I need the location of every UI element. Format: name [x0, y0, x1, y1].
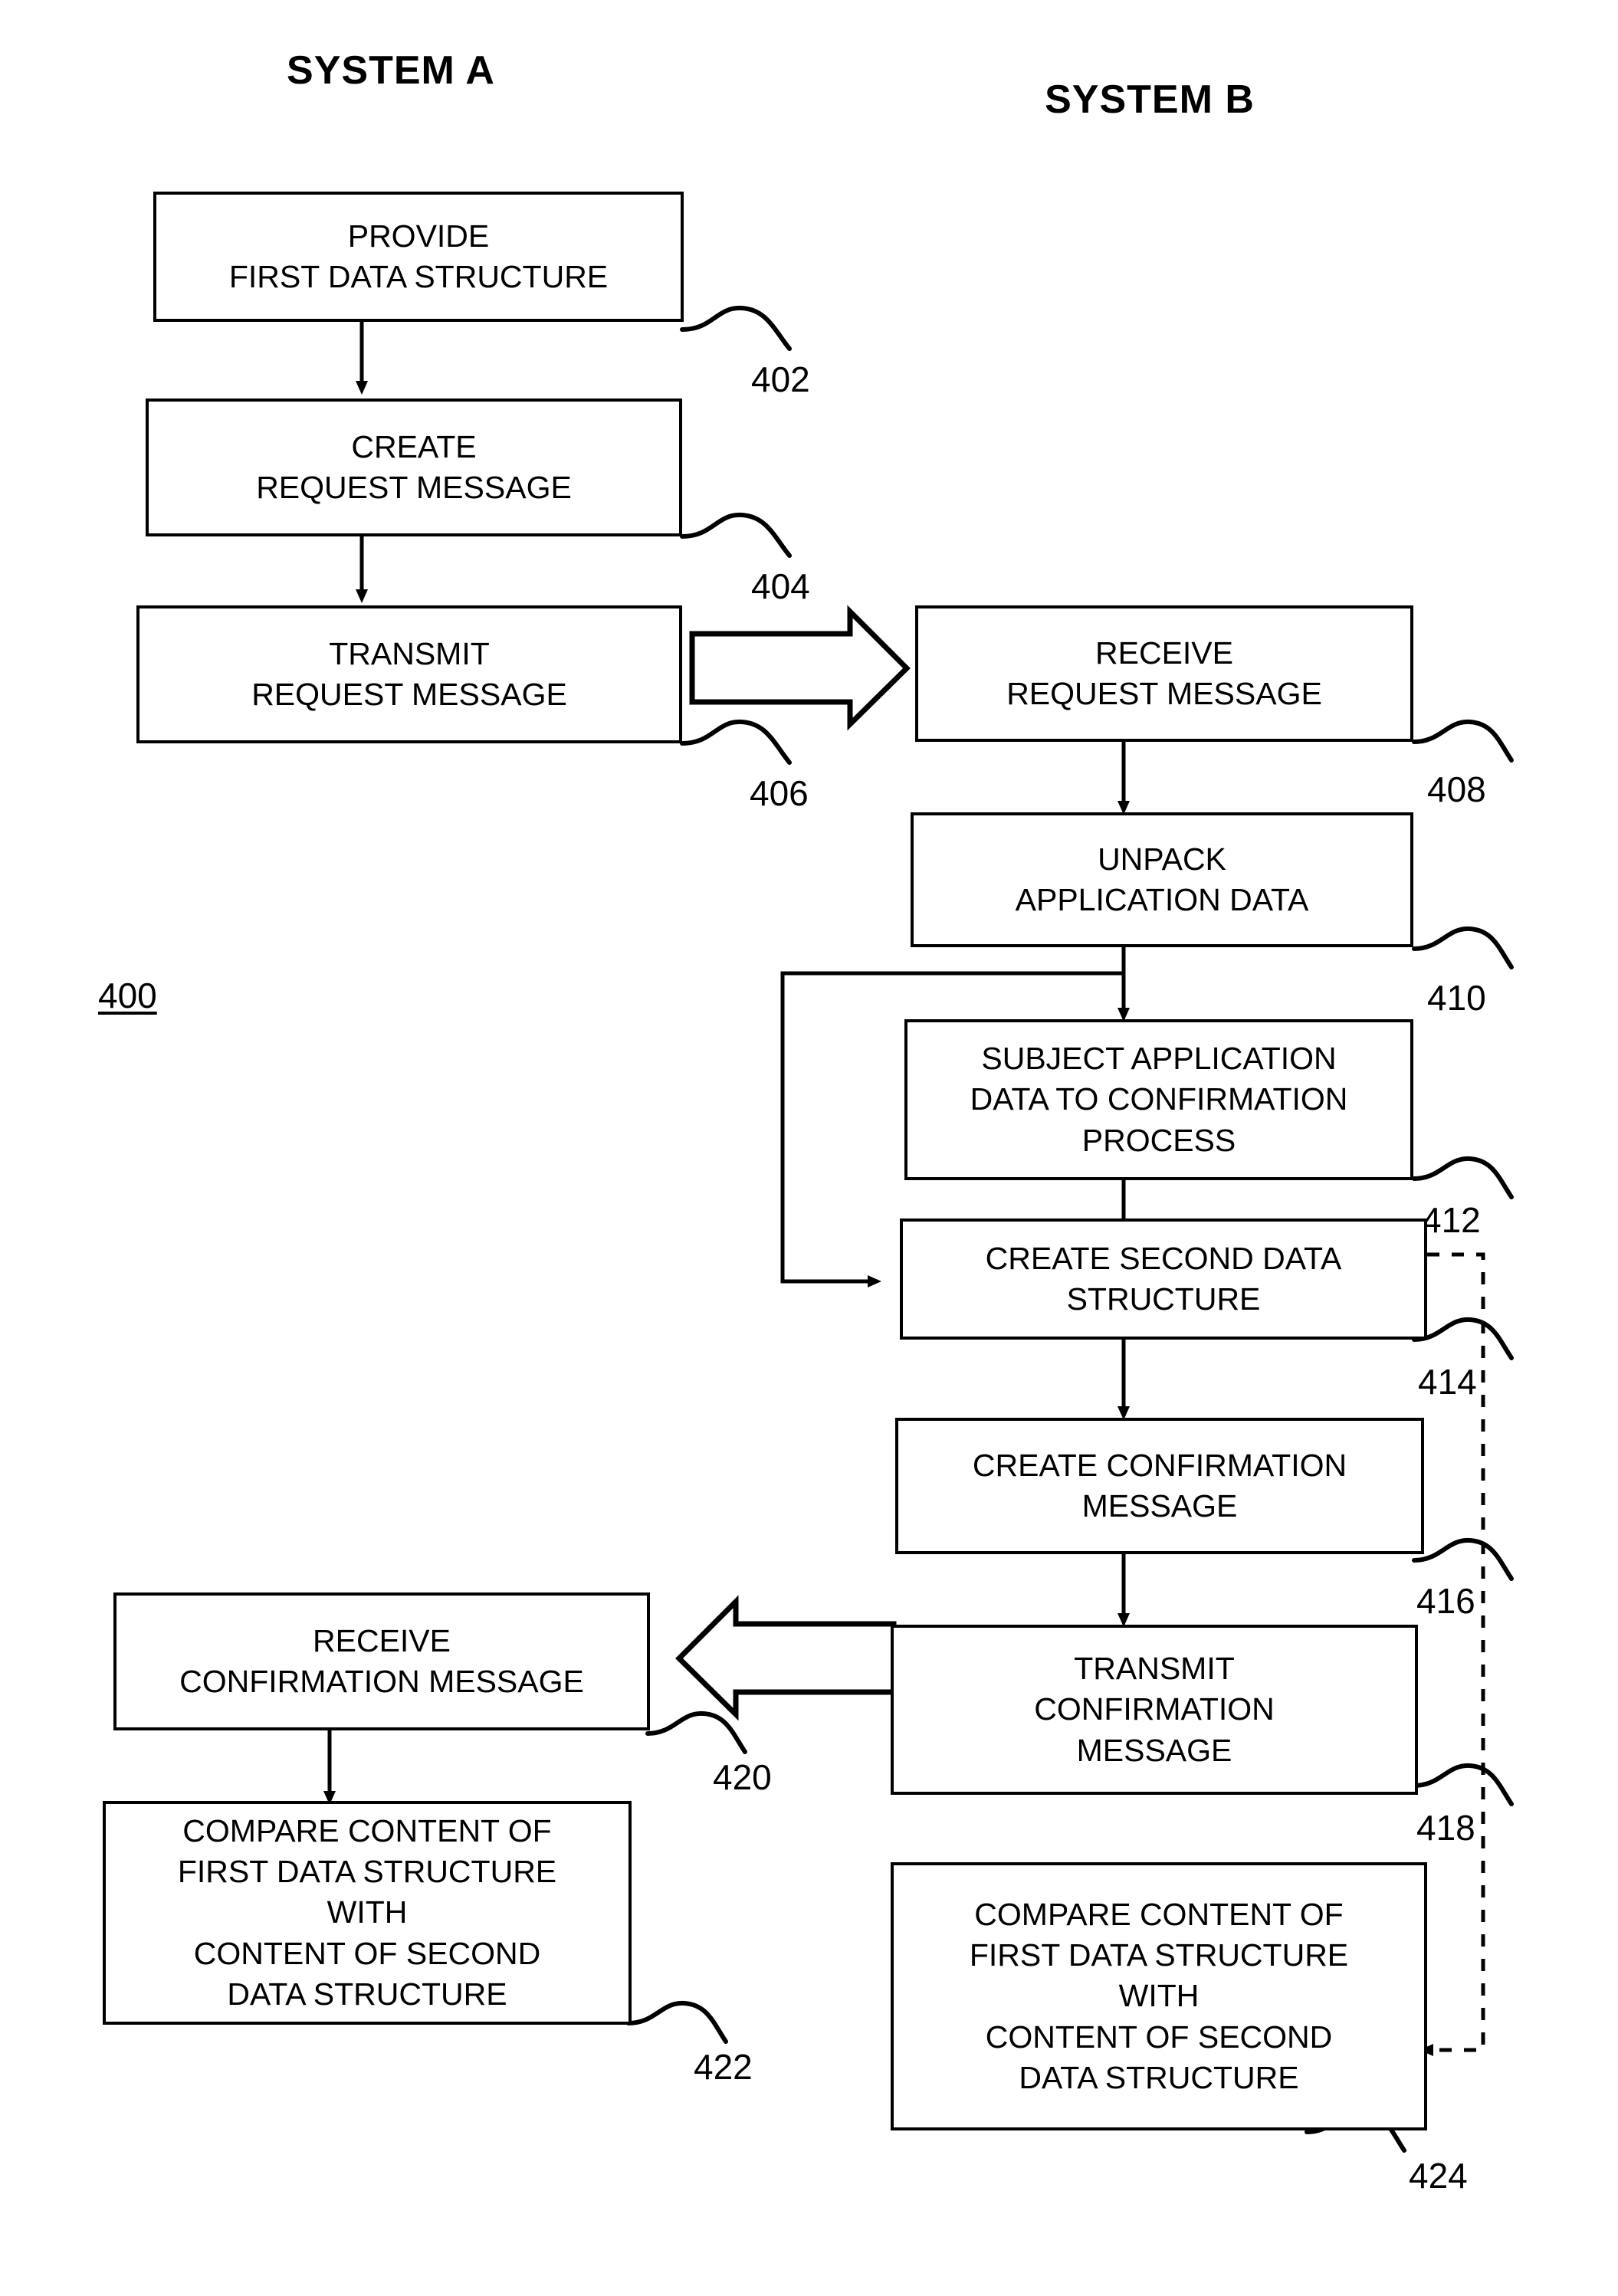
process-box-compare-content-system-b[interactable]: COMPARE CONTENT OF FIRST DATA STRUCTURE …	[891, 1862, 1427, 2130]
process-box-transmit-confirmation-message[interactable]: TRANSMIT CONFIRMATION MESSAGE	[891, 1625, 1418, 1795]
process-box-subject-application-data-to-confirmation-process[interactable]: SUBJECT APPLICATION DATA TO CONFIRMATION…	[904, 1019, 1413, 1180]
box-text-line: UNPACK	[1098, 841, 1226, 877]
box-text-line: SUBJECT APPLICATION	[981, 1041, 1337, 1077]
box-text-line: TRANSMIT	[329, 635, 490, 671]
reference-numeral-410: 410	[1427, 978, 1486, 1018]
box-text-line: PROVIDE	[347, 218, 490, 254]
reference-numeral-406: 406	[750, 773, 809, 813]
box-text-line: WITH	[327, 1894, 408, 1930]
box-text-line: MESSAGE	[1076, 1732, 1232, 1768]
box-text-line: MESSAGE	[1081, 1488, 1238, 1524]
box-text-line: CREATE SECOND DATA	[985, 1240, 1342, 1276]
leader-line-414	[1412, 1317, 1514, 1360]
reference-numeral-416: 416	[1416, 1581, 1475, 1621]
reference-numeral-404: 404	[751, 566, 810, 606]
box-text-line: WITH	[1118, 1978, 1200, 2014]
leader-line-404	[680, 512, 792, 558]
box-text-line: DATA STRUCTURE	[1019, 2059, 1299, 2095]
box-text-line: TRANSMIT	[1074, 1651, 1235, 1687]
process-box-receive-confirmation-message[interactable]: RECEIVE CONFIRMATION MESSAGE	[113, 1592, 650, 1730]
column-header-system-b: SYSTEM B	[1045, 77, 1255, 122]
box-text-line: RECEIVE	[313, 1622, 451, 1658]
box-text-line: CONFIRMATION MESSAGE	[179, 1664, 584, 1699]
leader-line-412	[1412, 1156, 1514, 1199]
box-text-line: REQUEST MESSAGE	[251, 677, 567, 712]
leader-line-406	[680, 719, 792, 765]
process-box-create-confirmation-message[interactable]: CREATE CONFIRMATION MESSAGE	[895, 1418, 1424, 1554]
reference-numeral-424: 424	[1409, 2156, 1468, 2196]
box-text-line: REQUEST MESSAGE	[1006, 676, 1322, 711]
box-text-line: FIRST DATA STRUCTURE	[228, 259, 609, 294]
column-header-system-a: SYSTEM A	[287, 48, 495, 93]
block-arrow-confirmation-left	[675, 1595, 897, 1721]
process-box-create-second-data-structure[interactable]: CREATE SECOND DATA STRUCTURE	[900, 1219, 1427, 1340]
reference-numeral-418: 418	[1416, 1808, 1475, 1848]
box-text-line: CONTENT OF SECOND	[985, 2019, 1333, 2055]
figure-number-400: 400	[98, 976, 157, 1015]
process-box-provide-first-data-structure[interactable]: PROVIDE FIRST DATA STRUCTURE	[153, 192, 684, 322]
box-text-line: CREATE CONFIRMATION	[972, 1447, 1347, 1483]
process-box-receive-request-message[interactable]: RECEIVE REQUEST MESSAGE	[915, 605, 1413, 742]
box-text-line: REQUEST MESSAGE	[256, 470, 572, 505]
leader-line-420	[645, 1711, 747, 1754]
block-arrow-request-right	[689, 605, 911, 731]
box-text-line: COMPARE CONTENT OF	[182, 1812, 552, 1848]
leader-line-416	[1412, 1537, 1514, 1581]
leader-line-402	[680, 305, 792, 351]
leader-line-408	[1412, 719, 1514, 763]
reference-numeral-414: 414	[1418, 1362, 1477, 1402]
box-text-line: APPLICATION DATA	[1015, 882, 1309, 917]
box-text-line: DATA TO CONFIRMATION	[970, 1081, 1348, 1117]
box-text-line: COMPARE CONTENT OF	[974, 1896, 1344, 1932]
leader-line-418	[1412, 1763, 1514, 1806]
process-box-create-request-message[interactable]: CREATE REQUEST MESSAGE	[146, 399, 682, 536]
box-text-line: FIRST DATA STRUCTURE	[969, 1937, 1349, 1973]
reference-numeral-412: 412	[1422, 1200, 1481, 1240]
box-text-line: FIRST DATA STRUCTURE	[177, 1854, 557, 1890]
reference-numeral-402: 402	[751, 359, 810, 399]
box-text-line: CREATE	[351, 428, 477, 464]
process-box-transmit-request-message[interactable]: TRANSMIT REQUEST MESSAGE	[136, 605, 682, 743]
leader-line-422	[626, 2000, 728, 2044]
leader-line-410	[1412, 926, 1514, 969]
box-text-line: STRUCTURE	[1066, 1281, 1261, 1317]
reference-numeral-408: 408	[1427, 769, 1486, 809]
process-box-unpack-application-data[interactable]: UNPACK APPLICATION DATA	[911, 812, 1413, 947]
reference-numeral-422: 422	[694, 2047, 753, 2087]
box-text-line: CONTENT OF SECOND	[193, 1935, 541, 1971]
patent-figure-flowchart: SYSTEM A SYSTEM B 400 PROVIDE FIRST DATA…	[0, 0, 1618, 2296]
box-text-line: CONFIRMATION	[1034, 1691, 1275, 1727]
box-text-line: PROCESS	[1081, 1122, 1236, 1158]
box-text-line: RECEIVE	[1095, 635, 1233, 671]
process-box-compare-content-system-a[interactable]: COMPARE CONTENT OF FIRST DATA STRUCTURE …	[103, 1801, 632, 2025]
reference-numeral-420: 420	[713, 1757, 772, 1797]
box-text-line: DATA STRUCTURE	[227, 1976, 507, 2012]
